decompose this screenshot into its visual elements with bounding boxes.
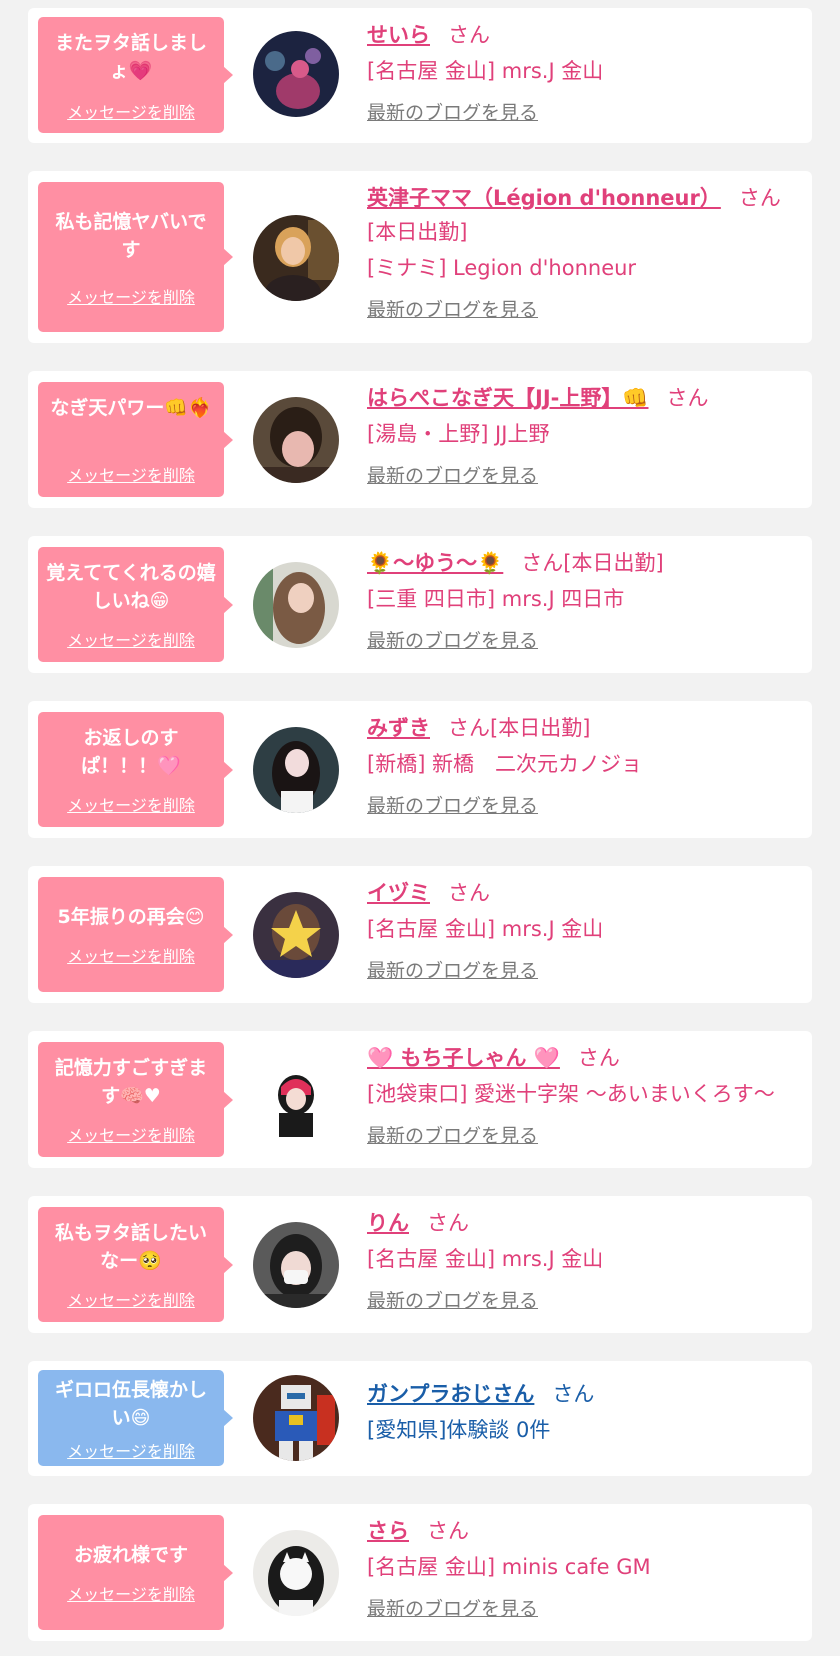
user-suffix: さん[本日出勤] [521,551,664,575]
message-text: 私もヲタ話したいなー🥺 [54,1222,207,1272]
message-bubble: お返しのすぱ！！！🩷 メッセージを削除 [38,712,233,827]
message-bubble: 5年振りの再会😊 メッセージを削除 [38,877,233,992]
delete-message-link[interactable]: メッセージを削除 [38,792,224,816]
message-bubble: 覚えててくれるの嬉しいね😁 メッセージを削除 [38,547,233,662]
message-bubble: 私もヲタ話したいなー🥺 メッセージを削除 [38,1207,233,1322]
shop-info: [愛知県]体験談 0件 [367,1418,551,1442]
user-name-link[interactable]: ガンプラおじさん [367,1382,534,1406]
message-card: 覚えててくれるの嬉しいね😁 メッセージを削除 🌻〜ゆう〜🌻 さん[本日出勤] [三… [28,536,812,673]
shop-info: [ミナミ] Legion d'honneur [367,256,637,280]
latest-blog-link[interactable]: 最新のブログを見る [367,626,538,653]
user-info: はらぺこなぎ天【JJ-上野】👊 さん [湯島・上野] JJ上野 最新のブログを見る [367,381,798,488]
delete-message-link[interactable]: メッセージを削除 [38,1581,224,1605]
user-suffix: さん [666,386,709,410]
user-name-link[interactable]: イヅミ [367,881,430,905]
user-name-link[interactable]: みずき [367,716,430,740]
message-card: 記憶力すごすぎます🧠♥ メッセージを削除 🩷 もち子しゃん 🩷 さん [池袋東口]… [28,1031,812,1168]
user-name-link[interactable]: 🌻〜ゆう〜🌻 [367,551,503,575]
message-text: お疲れ様です [73,1544,188,1566]
avatar[interactable] [253,1530,339,1616]
user-info: せいら さん [名古屋 金山] mrs.J 金山 最新のブログを見る [367,18,798,125]
latest-blog-link[interactable]: 最新のブログを見る [367,956,538,983]
shop-info: [名古屋 金山] mrs.J 金山 [367,1247,604,1271]
message-bubble: またヲタ話しましょ💗 メッセージを削除 [38,17,233,133]
latest-blog-link[interactable]: 最新のブログを見る [367,98,538,125]
user-suffix: さん [552,1382,595,1406]
latest-blog-link[interactable]: 最新のブログを見る [367,461,538,488]
delete-message-link[interactable]: メッセージを削除 [38,1287,224,1311]
user-suffix: さん [427,1211,469,1235]
user-info: ガンプラおじさん さん [愛知県]体験談 0件 [367,1377,798,1447]
avatar[interactable] [253,31,339,117]
avatar[interactable] [253,562,339,648]
user-suffix: さん [427,1519,469,1543]
user-name-link[interactable]: せいら [367,23,430,47]
message-text: ギロロ伍長懐かしい😄 [54,1379,207,1429]
message-card: 私もヲタ話したいなー🥺 メッセージを削除 りん さん [名古屋 金山] mrs.J… [28,1196,812,1333]
avatar[interactable] [253,1222,339,1308]
shop-info: [名古屋 金山] mrs.J 金山 [367,917,604,941]
avatar[interactable] [253,727,339,813]
message-bubble: お疲れ様です メッセージを削除 [38,1515,233,1630]
message-card: なぎ天パワー👊❤️‍🔥 メッセージを削除 はらぺこなぎ天【JJ-上野】👊 さん [… [28,371,812,508]
avatar[interactable] [253,892,339,978]
shop-info: [三重 四日市] mrs.J 四日市 [367,587,625,611]
user-name-link[interactable]: はらぺこなぎ天【JJ-上野】👊 [367,386,649,410]
message-card: 5年振りの再会😊 メッセージを削除 イヅミ さん [名古屋 金山] mrs.J 金… [28,866,812,1003]
delete-message-link[interactable]: メッセージを削除 [38,99,224,123]
user-suffix: さん[本日出勤] [448,716,591,740]
latest-blog-link[interactable]: 最新のブログを見る [367,791,538,818]
delete-message-link[interactable]: メッセージを削除 [38,1438,224,1462]
avatar[interactable] [253,1375,339,1461]
user-name-link[interactable]: りん [367,1211,409,1235]
user-suffix: さん [448,23,490,47]
message-bubble: なぎ天パワー👊❤️‍🔥 メッセージを削除 [38,382,233,497]
message-text: 5年振りの再会😊 [57,906,205,928]
latest-blog-link[interactable]: 最新のブログを見る [367,295,538,322]
message-card: ギロロ伍長懐かしい😄 メッセージを削除 ガンプラおじさん さん [愛知県]体験談 … [28,1361,812,1476]
shop-info: [湯島・上野] JJ上野 [367,422,550,446]
user-name-link[interactable]: 🩷 もち子しゃん 🩷 [367,1046,560,1070]
message-text: またヲタ話しましょ💗 [54,32,207,82]
message-card: お疲れ様です メッセージを削除 さら さん [名古屋 金山] minis cafe… [28,1504,812,1641]
user-suffix: さん [448,881,490,905]
user-info: りん さん [名古屋 金山] mrs.J 金山 最新のブログを見る [367,1206,798,1313]
user-info: みずき さん[本日出勤] [新橋] 新橋 二次元カノジョ 最新のブログを見る [367,711,798,818]
avatar[interactable] [253,215,339,301]
user-info: 🩷 もち子しゃん 🩷 さん [池袋東口] 愛迷十字架 〜あいまいくろす〜 最新のブ… [367,1041,798,1148]
user-name-link[interactable]: 英津子ママ（Légion d'honneur） [367,186,721,210]
delete-message-link[interactable]: メッセージを削除 [38,943,224,967]
message-bubble: 私も記憶ヤバいです メッセージを削除 [38,182,233,332]
latest-blog-link[interactable]: 最新のブログを見る [367,1121,538,1148]
message-card: お返しのすぱ！！！🩷 メッセージを削除 みずき さん[本日出勤] [新橋] 新橋 … [28,701,812,838]
message-card: 私も記憶ヤバいです メッセージを削除 英津子ママ（Légion d'honneu… [28,171,812,343]
message-bubble: 記憶力すごすぎます🧠♥ メッセージを削除 [38,1042,233,1157]
delete-message-link[interactable]: メッセージを削除 [38,627,224,651]
message-text: 覚えててくれるの嬉しいね😁 [46,562,216,612]
user-info: 🌻〜ゆう〜🌻 さん[本日出勤] [三重 四日市] mrs.J 四日市 最新のブログ… [367,546,798,653]
message-bubble: ギロロ伍長懐かしい😄 メッセージを削除 [38,1370,233,1466]
message-text: お返しのすぱ！！！🩷 [81,727,181,777]
delete-message-link[interactable]: メッセージを削除 [38,284,224,308]
user-info: イヅミ さん [名古屋 金山] mrs.J 金山 最新のブログを見る [367,876,798,983]
user-info: さら さん [名古屋 金山] minis cafe GM 最新のブログを見る [367,1514,798,1621]
user-info: 英津子ママ（Légion d'honneur） さん[本日出勤] [ミナミ] Le… [367,181,798,322]
delete-message-link[interactable]: メッセージを削除 [38,462,224,486]
delete-message-link[interactable]: メッセージを削除 [38,1122,224,1146]
avatar[interactable] [253,397,339,483]
shop-info: [池袋東口] 愛迷十字架 〜あいまいくろす〜 [367,1082,775,1106]
message-text: 記憶力すごすぎます🧠♥ [54,1057,208,1107]
shop-info: [名古屋 金山] mrs.J 金山 [367,59,604,83]
avatar[interactable] [253,1057,339,1143]
shop-info: [名古屋 金山] minis cafe GM [367,1555,651,1579]
latest-blog-link[interactable]: 最新のブログを見る [367,1286,538,1313]
message-text: なぎ天パワー👊❤️‍🔥 [50,397,212,419]
message-card: またヲタ話しましょ💗 メッセージを削除 せいら さん [名古屋 金山] mrs.J… [28,8,812,143]
user-suffix: さん [577,1046,620,1070]
shop-info: [新橋] 新橋 二次元カノジョ [367,752,643,776]
user-name-link[interactable]: さら [367,1519,409,1543]
message-text: 私も記憶ヤバいです [55,211,207,261]
latest-blog-link[interactable]: 最新のブログを見る [367,1594,538,1621]
